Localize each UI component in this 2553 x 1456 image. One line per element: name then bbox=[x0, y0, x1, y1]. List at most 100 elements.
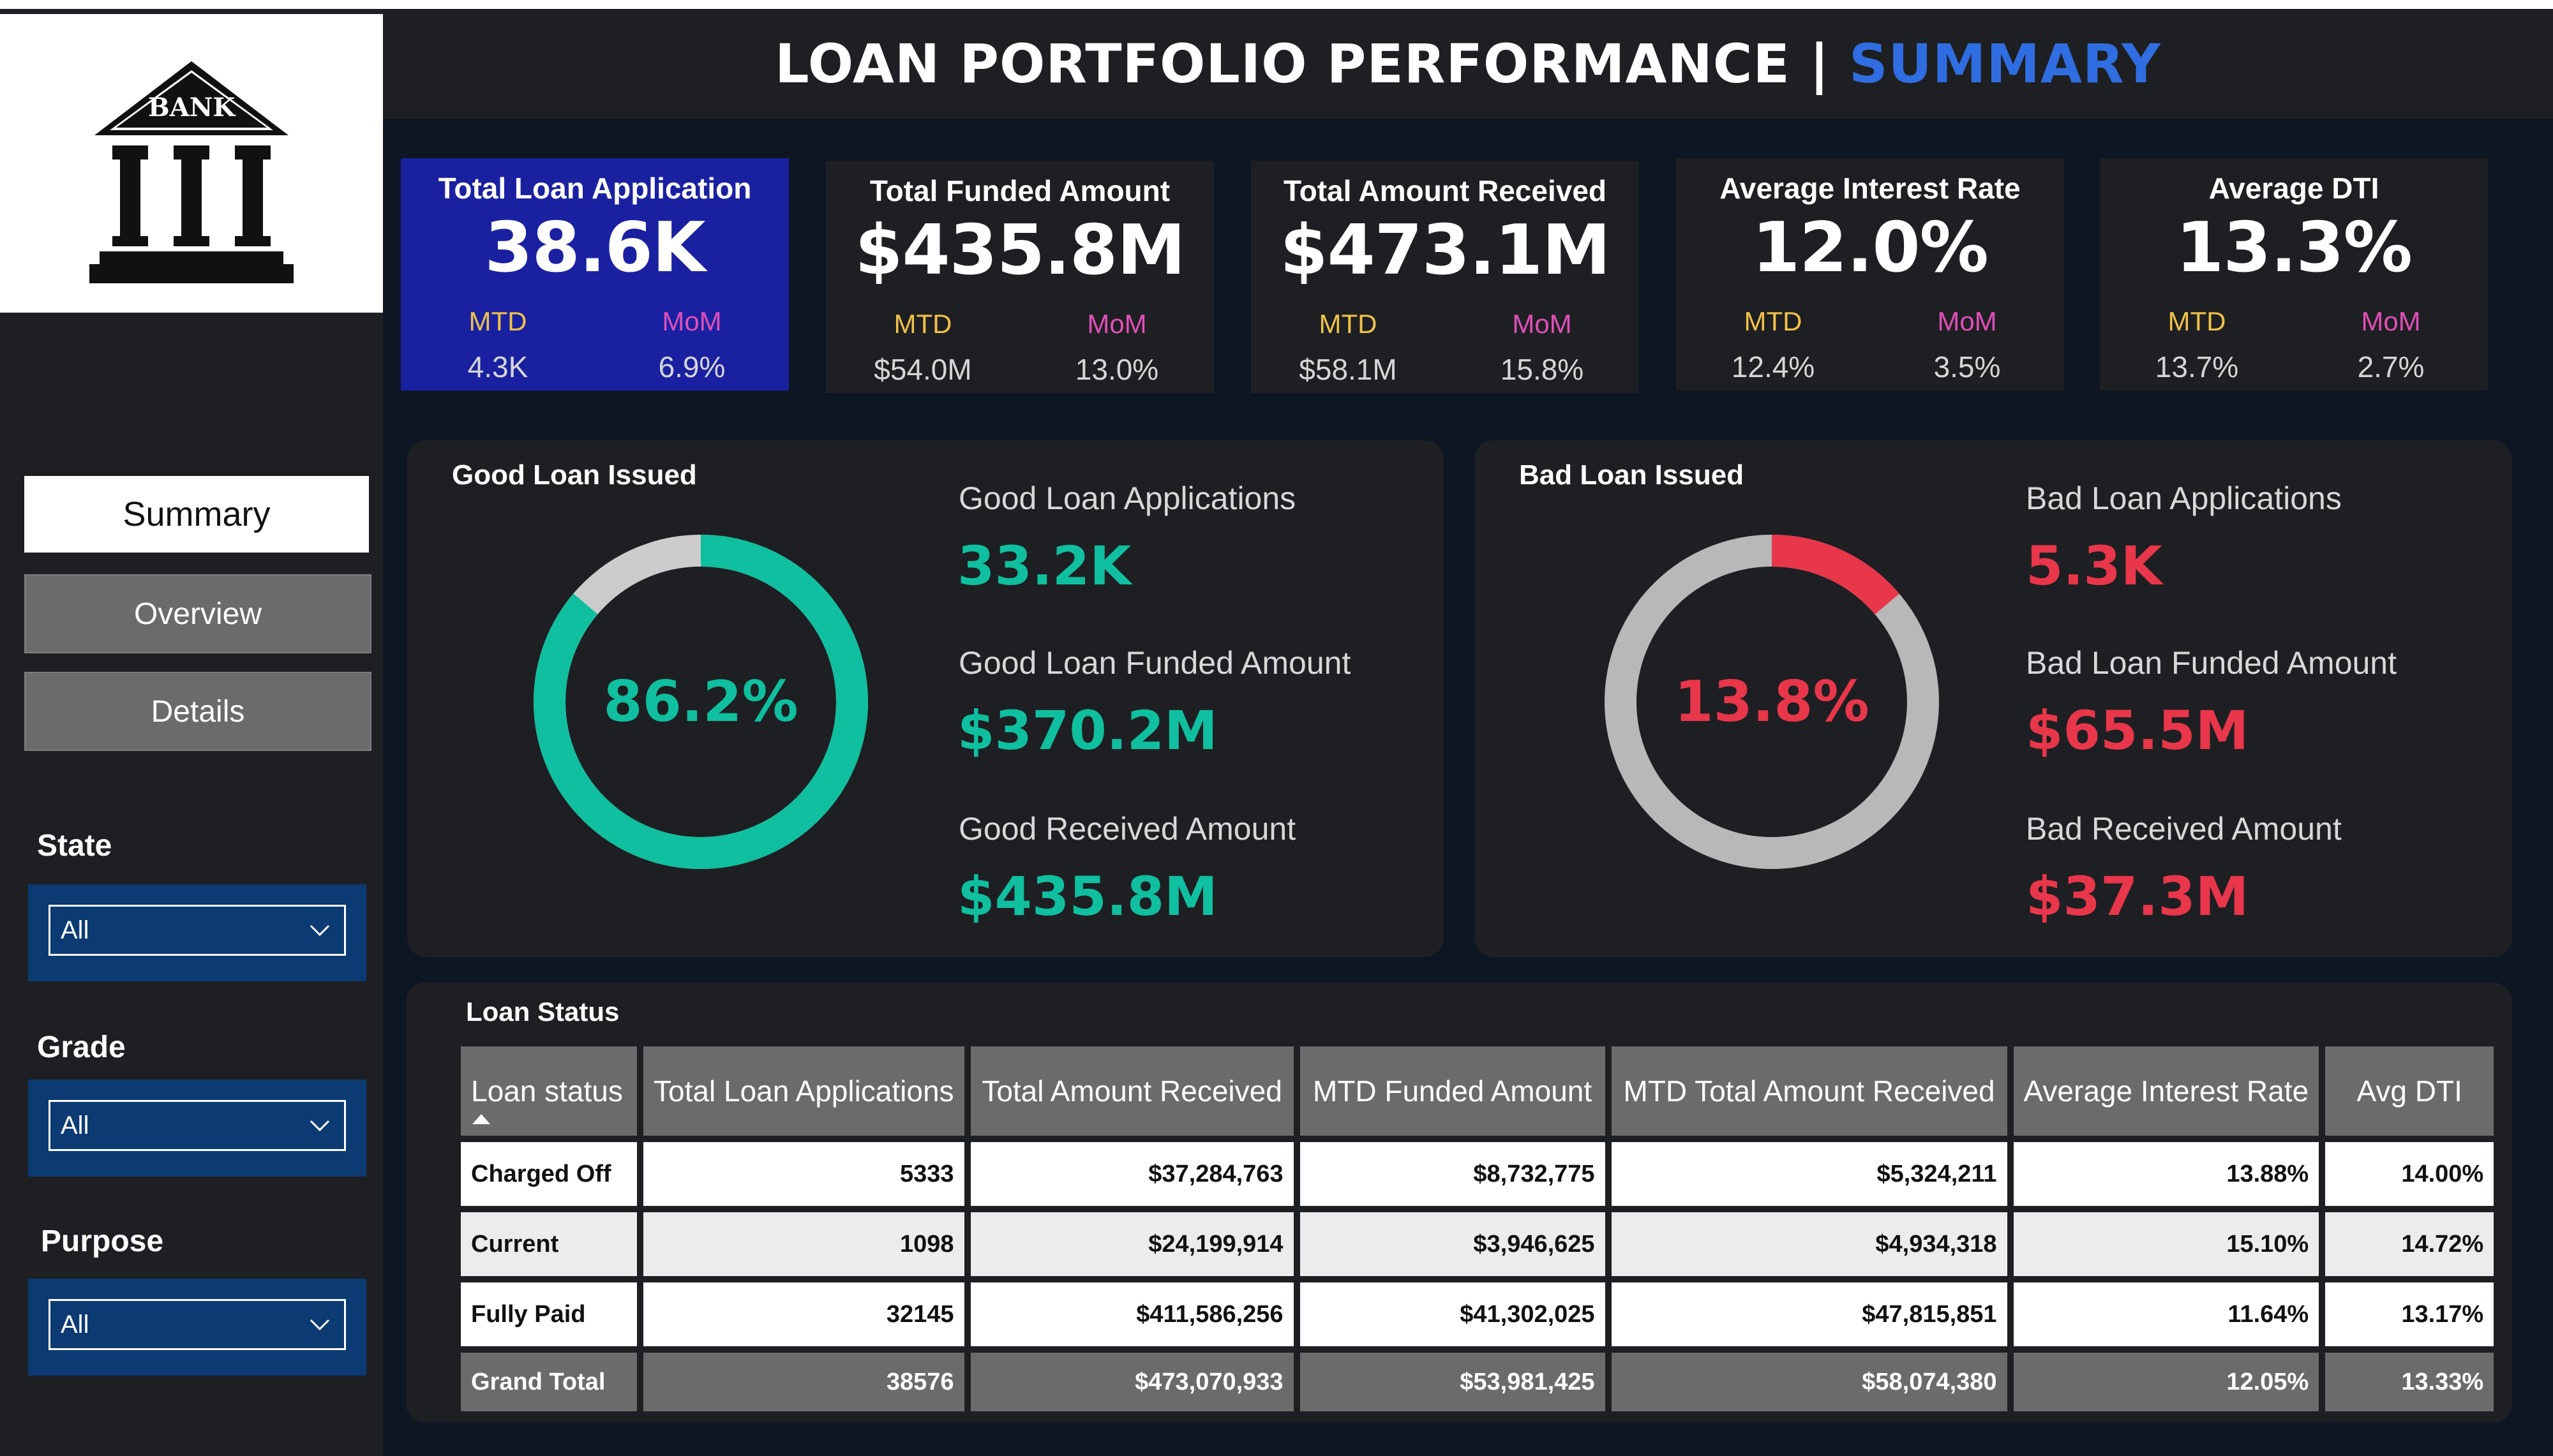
kpi-average-dti[interactable]: Average DTI 13.3% MTD MoM 13.7% 2.7% bbox=[2100, 158, 2488, 390]
table-total-row: Grand Total 38576 $473,070,933 $53,981,4… bbox=[461, 1353, 2494, 1411]
good-loan-apps-value: 33.2K bbox=[957, 535, 1132, 597]
cell-mtd-funded-amount: $41,302,025 bbox=[1299, 1282, 1605, 1346]
column-header-total-amount-received[interactable]: Total Amount Received bbox=[970, 1046, 1294, 1136]
kpi-total-amount-received[interactable]: Total Amount Received $473.1M MTD MoM $5… bbox=[1251, 161, 1639, 393]
cell-mtd-total-amount-received: $5,324,211 bbox=[1611, 1142, 2007, 1206]
kpi-title: Total Funded Amount bbox=[869, 174, 1171, 207]
purpose-dropdown-value: All bbox=[61, 1310, 89, 1339]
good-loan-received-label: Good Received Amount bbox=[959, 811, 1296, 847]
good-loan-funded-label: Good Loan Funded Amount bbox=[959, 645, 1351, 681]
kpi-total-funded-amount[interactable]: Total Funded Amount $435.8M MTD MoM $54.… bbox=[826, 161, 1214, 393]
page-title-main: LOAN PORTFOLIO PERFORMANCE | bbox=[775, 33, 1850, 95]
kpi-mom-label: MoM bbox=[2361, 306, 2421, 336]
cell-total-loan-applications: 5333 bbox=[643, 1142, 964, 1206]
cell-total-amount-received: $24,199,914 bbox=[970, 1212, 1294, 1276]
kpi-mom-label: MoM bbox=[1087, 309, 1147, 339]
table-row[interactable]: Charged Off 5333 $37,284,763 $8,732,775 … bbox=[461, 1142, 2494, 1206]
loan-status-title: Loan Status bbox=[466, 997, 620, 1027]
table-header-row: Loan status Total Loan Applications Tota… bbox=[461, 1046, 2494, 1136]
filter-purpose: All bbox=[28, 1279, 366, 1376]
kpi-mom-value: 6.9% bbox=[658, 350, 726, 383]
chevron-down-icon bbox=[310, 1319, 330, 1331]
bad-loan-donut: 13.8% bbox=[1605, 535, 1939, 869]
kpi-mtd-label: MTD bbox=[2167, 306, 2226, 336]
bad-loan-funded-value: $65.5M bbox=[2026, 699, 2249, 762]
kpi-value: 38.6K bbox=[484, 208, 705, 288]
top-border bbox=[0, 0, 2553, 9]
kpi-mom-value: 15.8% bbox=[1500, 353, 1584, 386]
cell-average-interest-rate: 11.64% bbox=[2013, 1282, 2319, 1346]
chevron-down-icon bbox=[310, 925, 330, 937]
cell-total-amount-received: $37,284,763 bbox=[970, 1142, 1294, 1206]
kpi-mom-label: MoM bbox=[662, 306, 722, 336]
nav-summary-button[interactable]: Summary bbox=[24, 476, 369, 553]
cell-average-interest-rate: 15.10% bbox=[2013, 1212, 2319, 1276]
cell-mtd-funded-amount: $8,732,775 bbox=[1299, 1142, 1605, 1206]
purpose-dropdown[interactable]: All bbox=[49, 1299, 346, 1350]
bad-loan-apps-value: 5.3K bbox=[2026, 535, 2162, 597]
good-loan-funded-value: $370.2M bbox=[957, 699, 1218, 762]
kpi-value: 13.3% bbox=[2176, 208, 2413, 288]
kpi-mom-label: MoM bbox=[1512, 309, 1572, 339]
column-header-avg-dti[interactable]: Avg DTI bbox=[2325, 1046, 2494, 1136]
column-header-loan-status[interactable]: Loan status bbox=[461, 1046, 637, 1136]
cell-mtd-total-amount-received: $4,934,318 bbox=[1611, 1212, 2007, 1276]
kpi-title: Average Interest Rate bbox=[1719, 172, 2021, 205]
chevron-down-icon bbox=[310, 1120, 330, 1132]
kpi-average-interest-rate[interactable]: Average Interest Rate 12.0% MTD MoM 12.4… bbox=[1676, 158, 2064, 390]
column-header-mtd-funded-amount[interactable]: MTD Funded Amount bbox=[1299, 1046, 1605, 1136]
kpi-total-loan-application[interactable]: Total Loan Application 38.6K MTD MoM 4.3… bbox=[401, 158, 789, 390]
state-dropdown[interactable]: All bbox=[49, 905, 346, 956]
kpi-mom-value: 3.5% bbox=[1933, 350, 2001, 383]
kpi-mtd-label: MTD bbox=[468, 306, 527, 336]
filter-grade: All bbox=[28, 1080, 366, 1177]
cell-total-loan-applications: 1098 bbox=[643, 1212, 964, 1276]
bad-loan-apps-label: Bad Loan Applications bbox=[2026, 480, 2342, 516]
filter-grade-label: Grade bbox=[37, 1030, 126, 1064]
cell-mtd-total-amount-received: $47,815,851 bbox=[1611, 1282, 2007, 1346]
bad-loan-funded-label: Bad Loan Funded Amount bbox=[2026, 645, 2397, 681]
cell-avg-dti: 14.72% bbox=[2325, 1212, 2494, 1276]
kpi-title: Average DTI bbox=[2208, 172, 2379, 205]
header-bar: LOAN PORTFOLIO PERFORMANCE | SUMMARY bbox=[383, 9, 2553, 119]
cell-total-amount-received: $411,586,256 bbox=[970, 1282, 1294, 1346]
kpi-mtd-label: MTD bbox=[894, 309, 952, 339]
kpi-mtd-label: MTD bbox=[1319, 309, 1377, 339]
kpi-title: Total Loan Application bbox=[438, 172, 752, 205]
cell-total-loan-applications: 32145 bbox=[643, 1282, 964, 1346]
kpi-mom-value: 2.7% bbox=[2357, 350, 2425, 383]
column-header-total-loan-applications[interactable]: Total Loan Applications bbox=[643, 1046, 964, 1136]
cell-average-interest-rate: 13.88% bbox=[2013, 1142, 2319, 1206]
table-row[interactable]: Fully Paid 32145 $411,586,256 $41,302,02… bbox=[461, 1282, 2494, 1346]
bad-loan-title: Bad Loan Issued bbox=[1519, 459, 1744, 491]
filter-state-label: State bbox=[37, 829, 112, 863]
good-loan-apps-label: Good Loan Applications bbox=[959, 480, 1296, 516]
kpi-mtd-value: 13.7% bbox=[2155, 350, 2239, 383]
nav-overview-button[interactable]: Overview bbox=[24, 574, 371, 653]
kpi-mtd-label: MTD bbox=[1744, 306, 1802, 336]
loan-status-table: Loan status Total Loan Applications Tota… bbox=[454, 1040, 2500, 1418]
cell-loan-status: Fully Paid bbox=[461, 1282, 637, 1346]
cell-avg-dti: 13.33% bbox=[2325, 1353, 2494, 1411]
bad-loan-received-value: $37.3M bbox=[2026, 865, 2249, 928]
table-row[interactable]: Current 1098 $24,199,914 $3,946,625 $4,9… bbox=[461, 1212, 2494, 1276]
kpi-value: $473.1M bbox=[1280, 211, 1610, 290]
good-loan-donut: 86.2% bbox=[534, 535, 868, 869]
column-header-mtd-total-amount-received[interactable]: MTD Total Amount Received bbox=[1611, 1046, 2007, 1136]
column-header-average-interest-rate[interactable]: Average Interest Rate bbox=[2013, 1046, 2319, 1136]
cell-mtd-funded-amount: $53,981,425 bbox=[1299, 1353, 1605, 1411]
good-loan-panel: Good Loan Issued 86.2% Good Loan Applica… bbox=[407, 440, 1444, 957]
state-dropdown-value: All bbox=[61, 916, 89, 944]
grade-dropdown[interactable]: All bbox=[49, 1100, 346, 1151]
cell-loan-status: Charged Off bbox=[461, 1142, 637, 1206]
cell-avg-dti: 13.17% bbox=[2325, 1282, 2494, 1346]
kpi-value: 12.0% bbox=[1752, 208, 1989, 288]
page-title: LOAN PORTFOLIO PERFORMANCE | SUMMARY bbox=[775, 33, 2161, 95]
kpi-value: $435.8M bbox=[855, 211, 1185, 290]
filter-purpose-label: Purpose bbox=[41, 1224, 164, 1258]
bad-loan-panel: Bad Loan Issued 13.8% Bad Loan Applicati… bbox=[1474, 440, 2512, 957]
bad-loan-received-label: Bad Received Amount bbox=[2026, 811, 2342, 847]
nav-details-button[interactable]: Details bbox=[24, 672, 371, 751]
filter-state: All bbox=[28, 884, 366, 981]
kpi-mtd-value: $58.1M bbox=[1299, 353, 1397, 386]
